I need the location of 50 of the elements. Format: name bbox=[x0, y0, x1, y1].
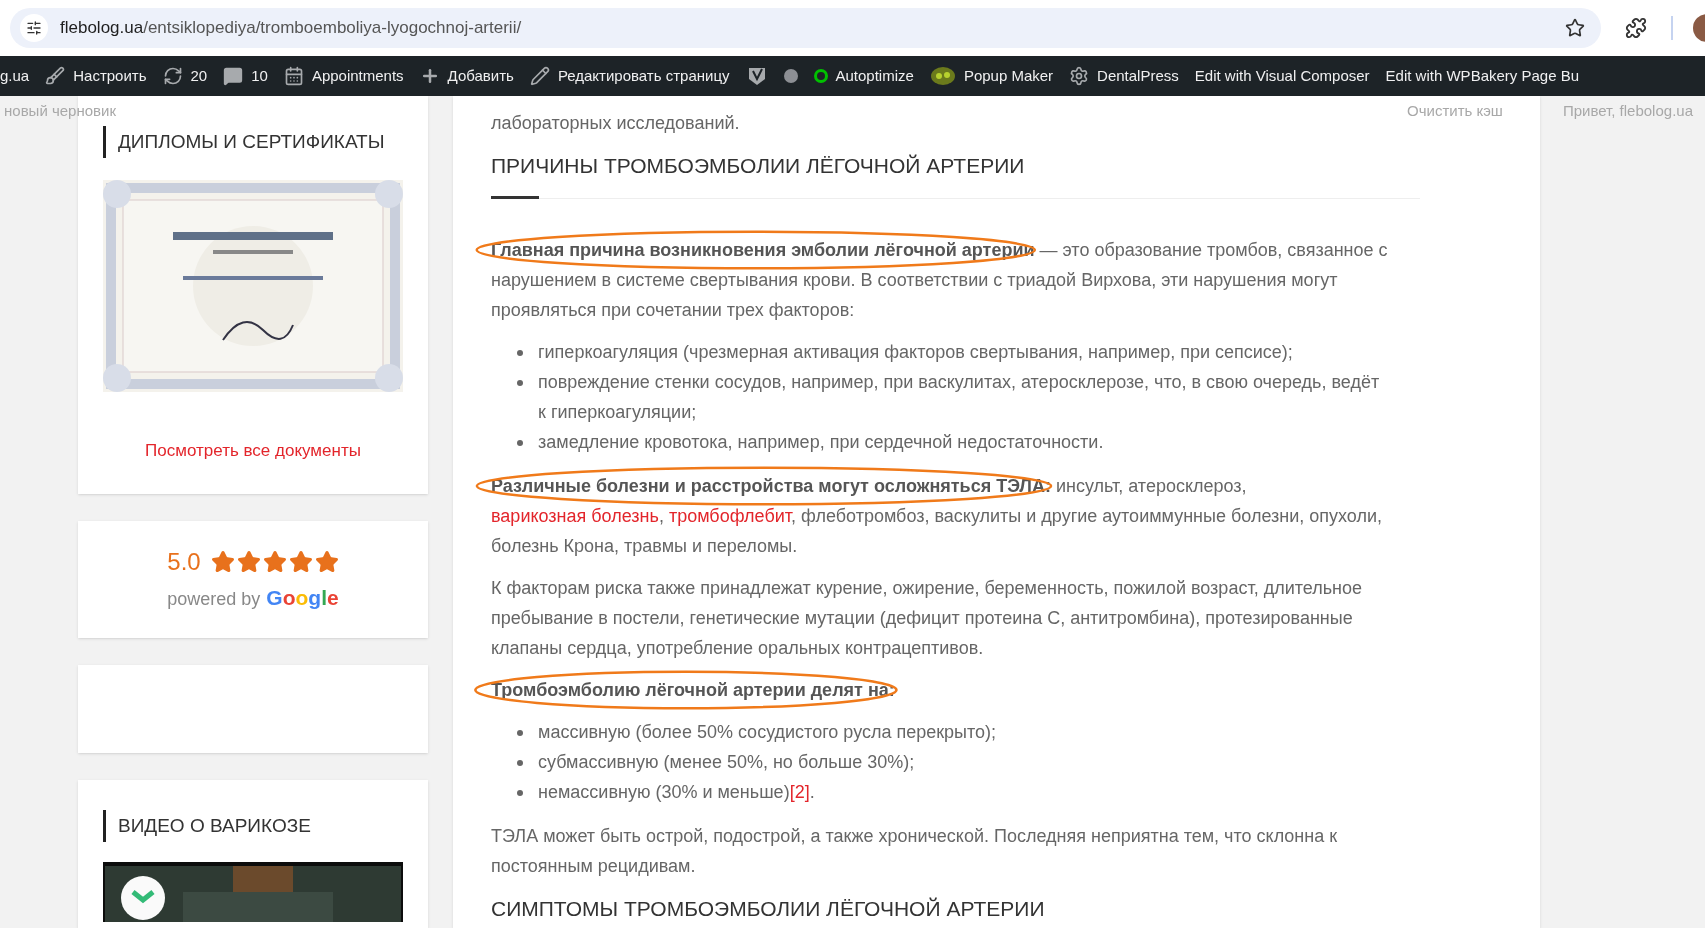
toolbar-item[interactable]: g.ua bbox=[0, 64, 30, 88]
bullet-icon bbox=[517, 729, 523, 736]
text-link[interactable]: варикозная болезнь bbox=[491, 505, 659, 526]
comment-icon bbox=[223, 66, 244, 86]
google-logo: Google bbox=[266, 585, 339, 612]
section-heading: ПРИЧИНЫ ТРОМБОЭМБОЛИИ ЛЁГОЧНОЙ АРТЕРИИ bbox=[491, 153, 1026, 179]
toolbar-item[interactable]: Autoptimize bbox=[835, 64, 914, 88]
bullet-icon bbox=[517, 789, 523, 796]
pencil-icon bbox=[529, 66, 550, 86]
paragraph: ТЭЛА может быть острой, подострой, а также хронической. Последняя неприятна тем, что склонна к постоянным рецидивам. bbox=[491, 824, 1339, 878]
bullet-icon bbox=[517, 379, 523, 386]
documents-link[interactable]: Посмотреть все документы bbox=[103, 438, 403, 464]
list-item: замедление кровотока, например, при сердечной недостаточности. bbox=[538, 430, 1105, 454]
calendar-icon bbox=[283, 66, 304, 86]
bullet-icon bbox=[517, 759, 523, 766]
list-item: гиперкоагуляция (чрезмерная активация факторов свертывания, например, при сепсисе); bbox=[538, 340, 1294, 364]
rating-score: 5.0 bbox=[167, 547, 201, 578]
text-link[interactable]: тромбофлебит bbox=[668, 505, 791, 526]
extensions-icon[interactable] bbox=[1625, 17, 1647, 39]
section-heading: СИМПТОМЫ ТРОМБОЭМБОЛИИ ЛЁГОЧНОЙ АРТЕРИИ bbox=[491, 895, 1046, 922]
brush-icon bbox=[45, 66, 66, 86]
text-link[interactable]: [2] bbox=[789, 781, 810, 802]
toolbar-item[interactable]: Редактировать страницу bbox=[557, 64, 730, 88]
list-item: повреждение стенки сосудов, например, при васкулитах, атеросклерозе, что, в свою очередь, ведёт к гиперкоагуляции; bbox=[538, 370, 1381, 424]
gear-icon bbox=[1069, 66, 1090, 86]
toolbar-item[interactable]: Appointments bbox=[311, 64, 404, 88]
powered-by-text: powered by bbox=[167, 588, 261, 612]
toolbar-item[interactable]: 10 bbox=[251, 64, 268, 88]
widget-title: ВИДЕО О ВАРИКОЗЕ bbox=[103, 809, 403, 842]
bullet-icon bbox=[517, 349, 523, 356]
toolbar-item[interactable]: Настроить bbox=[73, 64, 147, 88]
toolbar-item[interactable]: DentalPress bbox=[1097, 64, 1179, 88]
list-item: субмассивную (менее 50%, но больше 30%); bbox=[538, 750, 916, 774]
widget-title: ДИПЛОМЫ И СЕРТИФИКАТЫ bbox=[103, 126, 403, 158]
url-text: flebolog.ua/entsiklopediya/tromboemboliya-lyogochnoj-arterii/ bbox=[60, 17, 522, 40]
status-ring-icon bbox=[813, 69, 828, 83]
bookmark-icon[interactable] bbox=[1565, 18, 1585, 38]
toolbar-item[interactable]: Добавить bbox=[447, 64, 514, 88]
bullet-icon bbox=[517, 439, 523, 446]
toolbar-item[interactable]: Edit with Visual Composer bbox=[1194, 64, 1370, 88]
paragraph: К факторам риска также принадлежат курение, ожирение, беременность, пожилой возраст, длительное пребывание в постели, генетические мутации (дефицит протеина С, антитромбина), протезированные клапаны сердца, употребление оральных контрацептивов. bbox=[491, 576, 1363, 660]
list-item: массивную (более 50% сосудистого русла перекрыто); bbox=[538, 720, 998, 744]
site-info-icon[interactable] bbox=[26, 20, 42, 36]
toolbar-item[interactable]: 20 bbox=[190, 64, 208, 88]
popup-icon bbox=[929, 65, 956, 87]
refresh-icon bbox=[162, 66, 183, 86]
toolbar-item[interactable]: Edit with WPBakery Page Bu bbox=[1385, 64, 1580, 88]
list-item: немассивную (30% и меньше)[2]. bbox=[538, 780, 816, 804]
toolbar-item[interactable]: Popup Maker bbox=[963, 64, 1054, 88]
address-bar[interactable]: flebolog.ua/entsiklopediya/tromboemboliya-lyogochnoj-arterii/ bbox=[10, 8, 1601, 48]
